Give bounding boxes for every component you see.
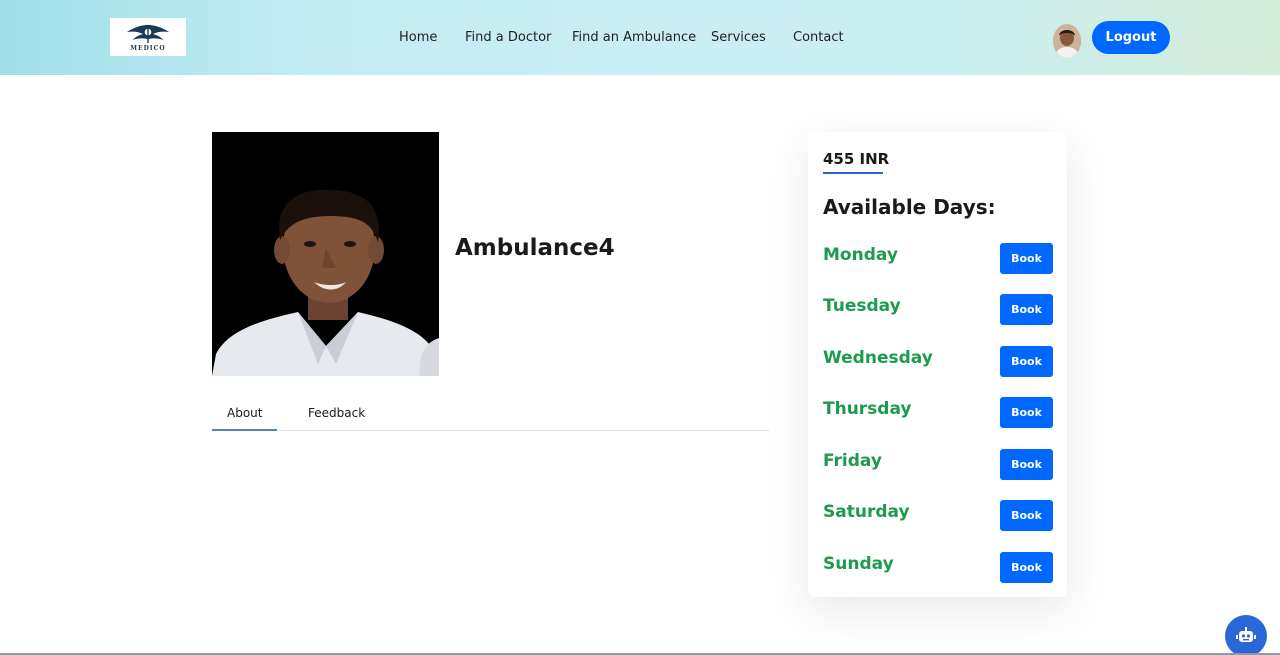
user-avatar[interactable] [1053, 24, 1081, 58]
book-button-tuesday[interactable]: Book [1000, 294, 1053, 325]
day-name: Thursday [823, 399, 912, 419]
nav-home[interactable]: Home [399, 29, 437, 47]
profile-name: Ambulance4 [455, 235, 615, 261]
day-name: Monday [823, 245, 898, 265]
book-button-monday[interactable]: Book [1000, 243, 1053, 274]
day-row-monday: Monday Book [823, 243, 1053, 274]
day-row-friday: Friday Book [823, 449, 1053, 480]
book-button-thursday[interactable]: Book [1000, 397, 1053, 428]
book-button-friday[interactable]: Book [1000, 449, 1053, 480]
tab-about[interactable]: About [227, 406, 262, 420]
main-nav: Home Find a Doctor Find an Ambulance Ser… [0, 29, 1280, 47]
chatbot-button[interactable] [1225, 615, 1267, 655]
day-name: Tuesday [823, 296, 901, 316]
user-avatar-image [1053, 24, 1081, 58]
day-name: Wednesday [823, 348, 933, 368]
day-row-sunday: Sunday Book [823, 552, 1053, 583]
profile-photo-image [212, 132, 439, 376]
tab-feedback[interactable]: Feedback [308, 406, 365, 420]
booking-card: 455 INR Available Days: Monday Book Tues… [808, 132, 1067, 597]
robot-icon [1236, 627, 1256, 642]
book-button-sunday[interactable]: Book [1000, 552, 1053, 583]
nav-services[interactable]: Services [711, 29, 766, 47]
profile-photo [212, 132, 439, 376]
price-underline [823, 172, 883, 174]
profile-tabs: About Feedback [212, 398, 770, 431]
day-name: Sunday [823, 554, 894, 574]
nav-contact[interactable]: Contact [793, 29, 844, 47]
available-days-title: Available Days: [823, 195, 996, 219]
day-name: Friday [823, 451, 882, 471]
nav-find-ambulance[interactable]: Find an Ambulance [572, 29, 696, 47]
tab-about-active-indicator [212, 429, 277, 431]
day-row-thursday: Thursday Book [823, 397, 1053, 428]
day-row-tuesday: Tuesday Book [823, 294, 1053, 325]
price-label: 455 INR [823, 150, 890, 168]
day-row-wednesday: Wednesday Book [823, 346, 1053, 377]
day-row-saturday: Saturday Book [823, 500, 1053, 531]
nav-find-doctor[interactable]: Find a Doctor [465, 29, 551, 47]
day-name: Saturday [823, 502, 910, 522]
book-button-saturday[interactable]: Book [1000, 500, 1053, 531]
logout-button[interactable]: Logout [1092, 21, 1170, 54]
book-button-wednesday[interactable]: Book [1000, 346, 1053, 377]
site-header: MEDICO Home Find a Doctor Find an Ambula… [0, 0, 1280, 75]
